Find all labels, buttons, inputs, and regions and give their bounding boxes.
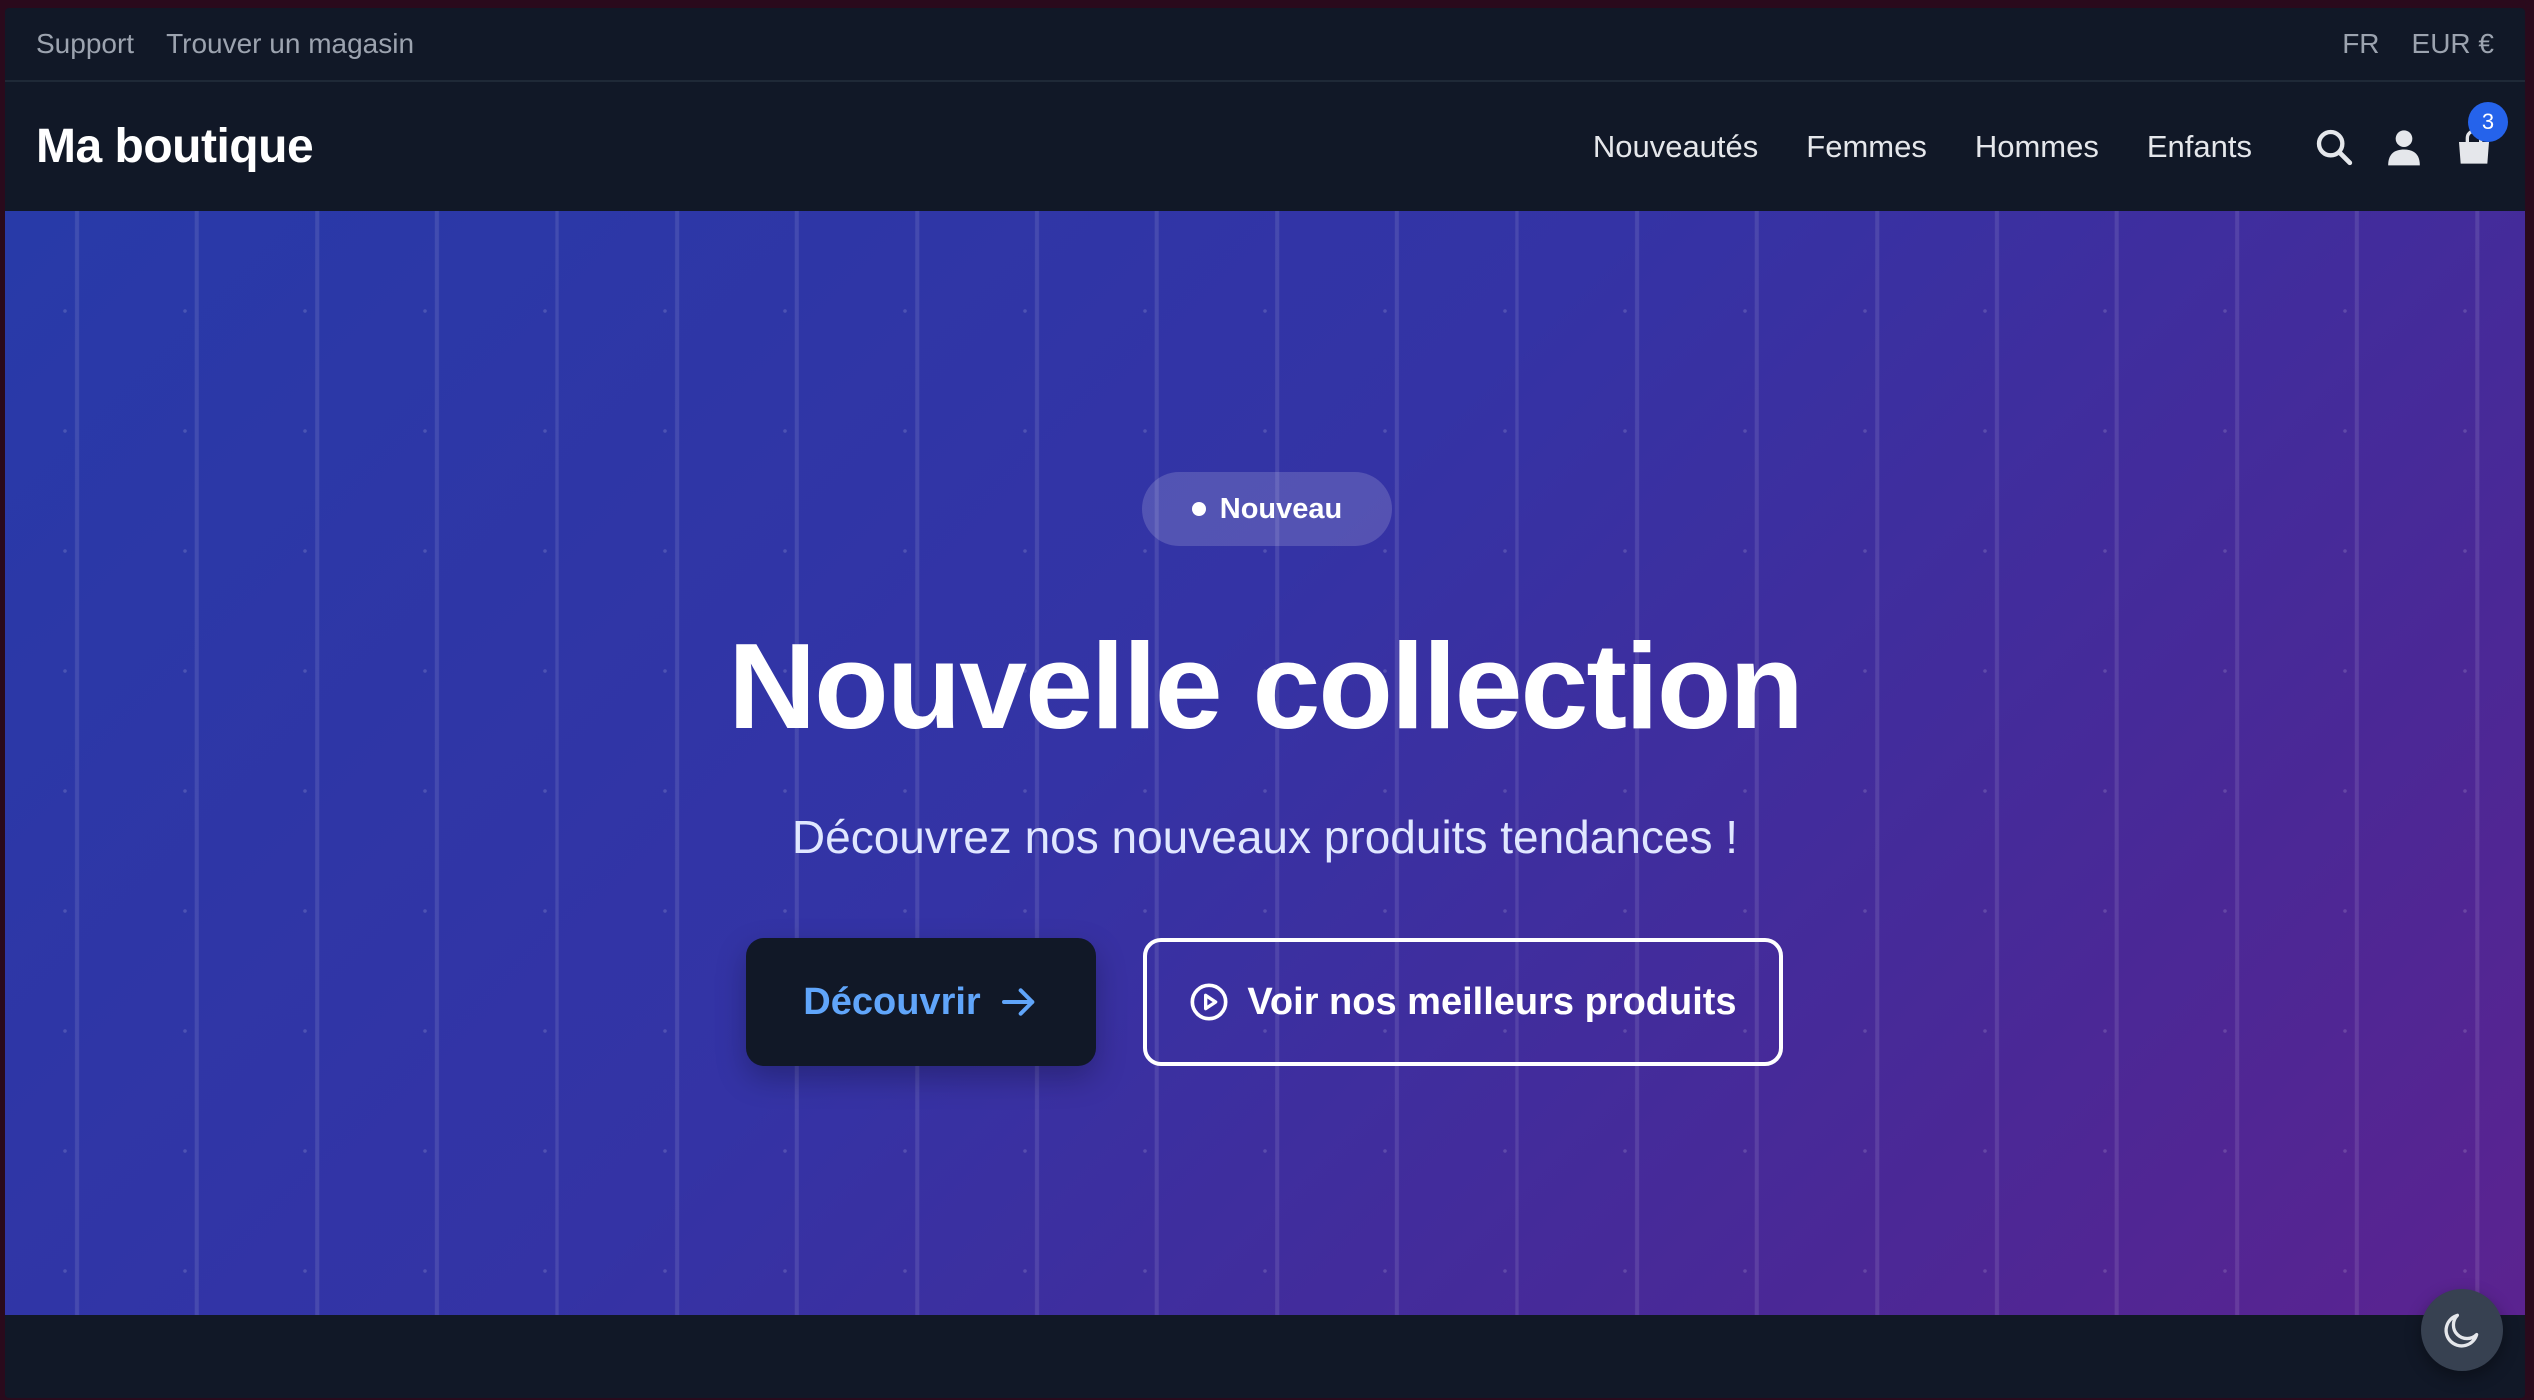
new-badge: Nouveau xyxy=(1142,472,1392,546)
hero-subtitle: Découvrez nos nouveaux produits tendance… xyxy=(791,811,1739,863)
preferences: FR EUR € xyxy=(2342,28,2494,60)
nav-item-men[interactable]: Hommes xyxy=(1975,129,2099,165)
page: Support Trouver un magasin FR EUR € Ma b… xyxy=(5,8,2525,1398)
currency-selector[interactable]: EUR € xyxy=(2412,28,2494,60)
main-nav: Nouveautés Femmes Hommes Enfants 3 xyxy=(1545,101,2508,168)
language-selector[interactable]: FR xyxy=(2342,28,2379,60)
nav-item-new-arrivals[interactable]: Nouveautés xyxy=(1593,129,1758,165)
support-link[interactable]: Support xyxy=(36,28,134,60)
search-icon[interactable] xyxy=(2314,126,2354,168)
user-icon[interactable] xyxy=(2384,126,2424,168)
cart-button[interactable]: 3 xyxy=(2454,101,2508,168)
badge-label: Nouveau xyxy=(1219,492,1343,525)
play-circle-icon xyxy=(1190,983,1228,1021)
discover-button[interactable]: Découvrir xyxy=(746,938,1096,1066)
page-footer-strip xyxy=(5,1315,2525,1398)
cart-count-badge: 3 xyxy=(2468,101,2508,142)
nav-item-kids[interactable]: Enfants xyxy=(2147,129,2252,165)
badge-dot-icon xyxy=(1191,502,1206,516)
hero-banner: Nouveau Nouvelle collection Découvrez no… xyxy=(5,211,2525,1315)
arrow-right-icon xyxy=(1001,988,1035,1016)
utility-bar: Support Trouver un magasin FR EUR € xyxy=(5,8,2525,82)
main-header: Ma boutique Nouveautés Femmes Hommes Enf… xyxy=(5,82,2525,211)
nav-item-women[interactable]: Femmes xyxy=(1806,129,1927,165)
site-logo[interactable]: Ma boutique xyxy=(36,119,314,174)
theme-toggle-button[interactable] xyxy=(2421,1289,2503,1371)
store-locator-link[interactable]: Trouver un magasin xyxy=(166,28,414,60)
hero-dot-pattern xyxy=(5,211,2525,1315)
moon-icon xyxy=(2444,1313,2479,1348)
utility-links: Support Trouver un magasin xyxy=(36,28,414,60)
hero-title: Nouvelle collection xyxy=(728,618,1804,754)
best-products-button[interactable]: Voir nos meilleurs produits xyxy=(1143,938,1783,1066)
header-actions: 3 xyxy=(2314,101,2508,168)
best-products-button-label: Voir nos meilleurs produits xyxy=(1247,980,1737,1023)
discover-button-label: Découvrir xyxy=(803,980,981,1023)
